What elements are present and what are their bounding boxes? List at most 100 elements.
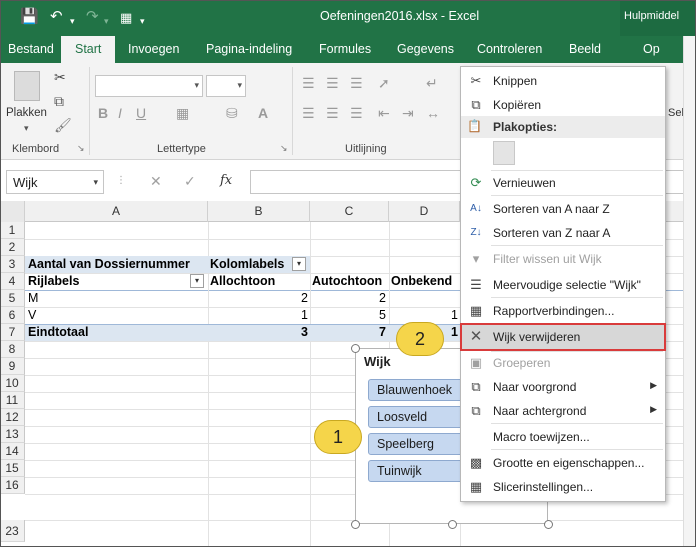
- column-header-a[interactable]: A: [25, 201, 208, 222]
- row-header[interactable]: 11: [0, 392, 25, 409]
- cut-icon[interactable]: ✂: [54, 69, 66, 86]
- align-bottom-icon[interactable]: ☰: [350, 75, 363, 92]
- tab-data[interactable]: Gegevens: [397, 42, 454, 56]
- font-size-combo[interactable]: ▾: [206, 75, 246, 97]
- row-header[interactable]: 12: [0, 409, 25, 426]
- row-header[interactable]: 4: [0, 273, 25, 290]
- align-middle-icon[interactable]: ☰: [326, 75, 339, 92]
- pivot-column-header[interactable]: Allochtoon: [210, 273, 275, 290]
- resize-handle[interactable]: [351, 520, 360, 529]
- row-filter-dropdown-icon[interactable]: ▾: [190, 274, 204, 288]
- menu-item-bring-forward[interactable]: ⧉ Naar voorgrond ▶: [461, 375, 665, 399]
- borders-icon[interactable]: ▦: [176, 105, 189, 122]
- paste-dropdown-icon[interactable]: ▾: [24, 123, 29, 134]
- select-all-corner[interactable]: [0, 201, 25, 222]
- paste-button-label[interactable]: Plakken: [6, 107, 47, 119]
- format-painter-icon[interactable]: 🖌: [54, 117, 72, 134]
- tab-review[interactable]: Controleren: [477, 42, 542, 56]
- row-header[interactable]: 14: [0, 443, 25, 460]
- menu-item-assign-macro[interactable]: Macro toewijzen...: [461, 425, 665, 449]
- cancel-icon[interactable]: ✕: [150, 173, 162, 190]
- menu-item-copy[interactable]: ⧉ Kopiëren: [461, 93, 665, 117]
- redo-dropdown-icon[interactable]: ▾: [104, 12, 109, 30]
- tab-options[interactable]: Op: [643, 42, 660, 56]
- pivot-value-cell[interactable]: 1: [208, 307, 308, 324]
- font-launcher-icon[interactable]: ↘: [280, 143, 288, 154]
- row-header[interactable]: 5: [0, 290, 25, 307]
- column-header-b[interactable]: B: [208, 201, 310, 222]
- row-header[interactable]: 2: [0, 239, 25, 256]
- pivot-value-cell[interactable]: 5: [310, 307, 386, 324]
- tab-home[interactable]: Start: [61, 36, 116, 63]
- align-top-icon[interactable]: ☰: [302, 75, 315, 92]
- insert-function-button[interactable]: fx: [220, 173, 232, 188]
- bold-icon[interactable]: B: [98, 105, 108, 121]
- column-header-c[interactable]: C: [310, 201, 389, 222]
- enter-icon[interactable]: ✓: [184, 173, 196, 190]
- column-filter-dropdown-icon[interactable]: ▾: [292, 257, 306, 271]
- menu-item-size-properties[interactable]: ▩ Grootte en eigenschappen...: [461, 451, 665, 475]
- tab-insert[interactable]: Invoegen: [128, 42, 179, 56]
- menu-item-sort-az[interactable]: A↓ Sorteren van A naar Z: [461, 197, 665, 221]
- orientation-icon[interactable]: ➚: [378, 75, 390, 92]
- pivot-value-field[interactable]: Aantal van Dossiernummer: [28, 256, 190, 273]
- pivot-value-cell[interactable]: 2: [310, 290, 386, 307]
- save-icon[interactable]: 💾: [20, 8, 39, 26]
- resize-handle[interactable]: [351, 344, 360, 353]
- row-header[interactable]: 1: [0, 222, 25, 239]
- italic-icon[interactable]: I: [118, 105, 122, 121]
- font-name-combo[interactable]: ▾: [95, 75, 203, 97]
- redo-icon[interactable]: ↷: [86, 8, 99, 26]
- wrap-text-icon[interactable]: ↵: [426, 75, 438, 92]
- tab-formulas[interactable]: Formules: [319, 42, 371, 56]
- menu-item-remove-wijk[interactable]: ✕ Wijk verwijderen: [460, 323, 666, 351]
- fill-color-icon[interactable]: ⛁: [226, 105, 238, 122]
- paste-icon[interactable]: [14, 71, 40, 101]
- customize-qat-icon[interactable]: ▾: [140, 12, 145, 30]
- chevron-down-icon[interactable]: ▾: [93, 177, 98, 188]
- menu-item-multiselect[interactable]: ☰ Meervoudige selectie "Wijk": [461, 273, 665, 297]
- undo-dropdown-icon[interactable]: ▾: [70, 12, 75, 30]
- undo-icon[interactable]: ↶: [50, 8, 63, 26]
- decrease-indent-icon[interactable]: ⇤: [378, 105, 390, 122]
- pivot-row-labels[interactable]: Rijlabels: [28, 273, 79, 290]
- pivot-total-cell[interactable]: 7: [310, 324, 386, 341]
- row-header[interactable]: 6: [0, 307, 25, 324]
- row-header[interactable]: 7: [0, 324, 25, 341]
- tab-page-layout[interactable]: Pagina-indeling: [206, 42, 292, 56]
- menu-item-sort-za[interactable]: Z↓ Sorteren van Z naar A: [461, 221, 665, 245]
- tab-file[interactable]: Bestand: [8, 42, 54, 56]
- pivot-total-cell[interactable]: 3: [208, 324, 308, 341]
- row-header[interactable]: 23: [0, 520, 25, 542]
- clipboard-launcher-icon[interactable]: ↘: [77, 143, 85, 154]
- menu-item-report-connections[interactable]: ▦ Rapportverbindingen...: [461, 299, 665, 323]
- tab-view[interactable]: Beeld: [569, 42, 601, 56]
- pivot-value-cell[interactable]: 2: [208, 290, 308, 307]
- menu-item-refresh[interactable]: ⟳ Vernieuwen: [461, 171, 665, 195]
- pivot-row-label[interactable]: V: [28, 307, 36, 324]
- align-left-icon[interactable]: ☰: [302, 105, 315, 122]
- menu-item-send-backward[interactable]: ⧉ Naar achtergrond ▶: [461, 399, 665, 423]
- row-header[interactable]: 15: [0, 460, 25, 477]
- font-color-icon[interactable]: A: [258, 105, 268, 121]
- menu-item-slicer-settings[interactable]: ▦ Slicerinstellingen...: [461, 475, 665, 499]
- row-header[interactable]: 16: [0, 477, 25, 494]
- vertical-scrollbar[interactable]: [683, 36, 696, 547]
- pivot-row-label[interactable]: M: [28, 290, 38, 307]
- merge-center-icon[interactable]: ↔: [426, 105, 440, 121]
- name-box[interactable]: Wijk ▾: [6, 170, 104, 194]
- pivot-column-header[interactable]: Autochtoon: [312, 273, 382, 290]
- paste-option-icon[interactable]: [493, 141, 515, 165]
- column-header-d[interactable]: D: [389, 201, 460, 222]
- row-header[interactable]: 9: [0, 358, 25, 375]
- align-right-icon[interactable]: ☰: [350, 105, 363, 122]
- menu-item-cut[interactable]: ✂ Knippen: [461, 69, 665, 93]
- form-icon[interactable]: ▦: [120, 9, 132, 27]
- row-header[interactable]: 8: [0, 341, 25, 358]
- resize-handle[interactable]: [544, 520, 553, 529]
- more-options-icon[interactable]: ⋮: [116, 175, 126, 186]
- increase-indent-icon[interactable]: ⇥: [402, 105, 414, 122]
- copy-icon[interactable]: ⧉: [54, 93, 64, 110]
- row-header[interactable]: 10: [0, 375, 25, 392]
- pivot-column-header[interactable]: Onbekend: [391, 273, 452, 290]
